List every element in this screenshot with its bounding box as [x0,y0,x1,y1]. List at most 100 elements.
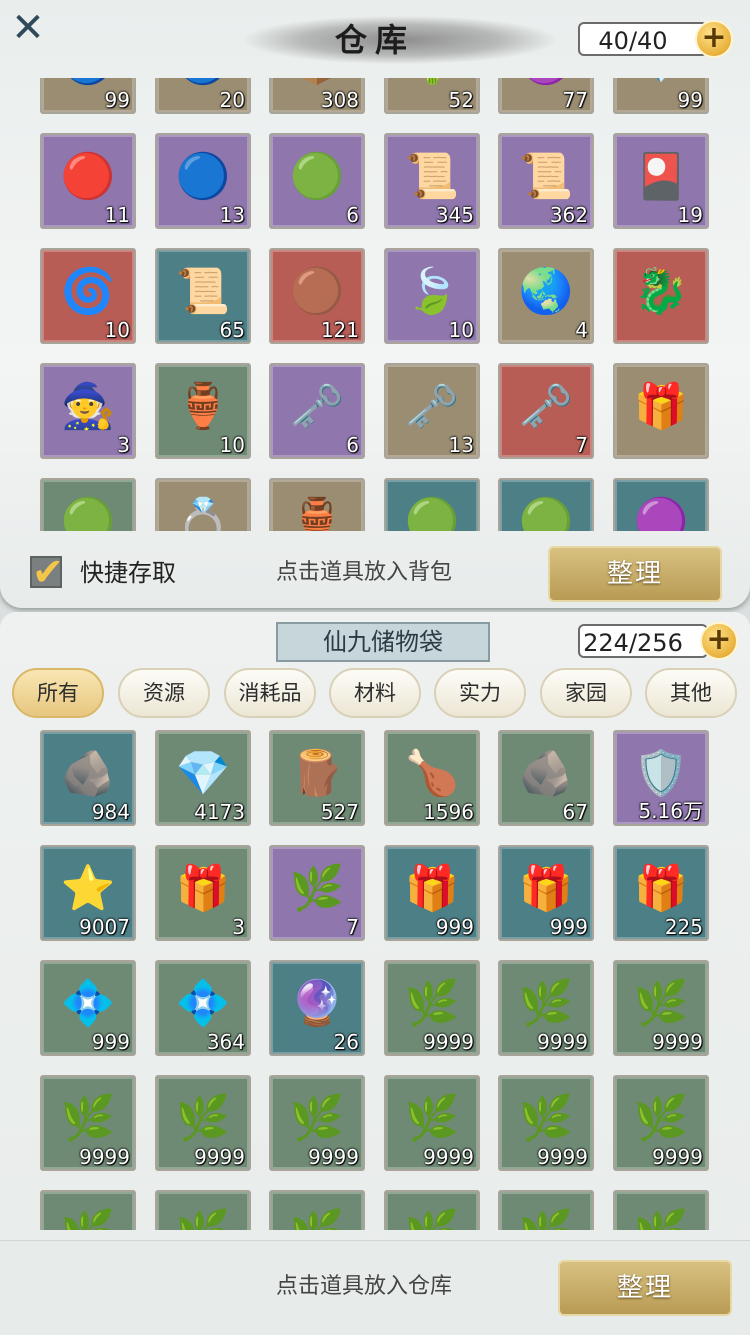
item-slot[interactable]: 🌿 [155,1190,251,1230]
item-count: 999 [549,915,588,939]
item-icon: 🛡️ [633,748,689,800]
item-slot[interactable]: 📜 362 [498,133,594,229]
tab-0[interactable]: 所有 [12,668,104,718]
item-slot[interactable]: 🎁 [613,363,709,459]
tab-2[interactable]: 消耗品 [224,668,316,718]
item-slot[interactable]: 🌀 10 [40,248,136,344]
item-slot[interactable]: 📜 345 [384,133,480,229]
warehouse-grid: 🔵99 🔵20 📦308 🌵52 🟣77 💎99 🔴11🔵13🟢6📜345📜362🎴19 🌀1… [0,78,750,531]
item-slot[interactable]: ⭐ 9007 [40,845,136,941]
item-slot[interactable]: 🟣 [613,478,709,531]
item-slot[interactable]: 🌿 9999 [384,960,480,1056]
item-slot[interactable]: 🐉 [613,248,709,344]
plus-icon[interactable]: + [695,20,733,58]
item-slot[interactable]: 🔮 26 [269,960,365,1056]
item-slot[interactable]: 🔵 13 [155,133,251,229]
item-slot[interactable]: 🎁 225 [613,845,709,941]
item-icon: 🎴 [633,151,689,203]
item-slot[interactable]: 🟢 [498,478,594,531]
item-slot[interactable]: 🗝️ 6 [269,363,365,459]
item-icon: 🟣 [633,496,689,531]
item-slot[interactable]: 🔴 11 [40,133,136,229]
item-slot[interactable]: 🏺 [269,478,365,531]
item-slot[interactable]: 🪨 67 [498,730,594,826]
item-icon: 🌵 [405,78,460,84]
item-slot[interactable]: 🛡️ 5.16万 [613,730,709,826]
item-slot[interactable]: 🔵 99 [40,78,136,114]
item-slot[interactable]: 🟢 6 [269,133,365,229]
item-slot[interactable]: 🟣 77 [498,78,594,114]
item-slot[interactable]: 🧙 3 [40,363,136,459]
item-slot[interactable]: 🪨 984 [40,730,136,826]
item-icon: 🌿 [633,978,689,1030]
item-slot[interactable]: 🌿 9999 [613,1075,709,1171]
item-slot[interactable]: 💠 999 [40,960,136,1056]
tab-4[interactable]: 实力 [434,668,526,718]
item-slot[interactable]: 🌿 [498,1190,594,1230]
item-count: 7 [575,433,588,457]
item-slot[interactable]: 🟤 121 [269,248,365,344]
item-slot[interactable]: 🎁 3 [155,845,251,941]
item-slot[interactable]: 🍃 10 [384,248,480,344]
item-slot[interactable]: 🌵 52 [384,78,480,114]
item-slot[interactable]: 🪵 527 [269,730,365,826]
item-count: 9999 [79,1145,130,1169]
item-slot[interactable]: 🌿 7 [269,845,365,941]
item-slot[interactable]: 🗝️ 7 [498,363,594,459]
item-icon: 🏺 [289,496,345,531]
item-icon: 🎁 [404,863,460,915]
item-count: 3 [232,915,245,939]
item-icon: 🌿 [61,1212,116,1230]
item-count: 9999 [423,1030,474,1054]
tab-3[interactable]: 材料 [329,668,421,718]
item-icon: 🌿 [405,1212,460,1230]
item-slot[interactable]: 🌿 [269,1190,365,1230]
item-count: 10 [219,433,245,457]
item-icon: 🌏 [518,266,574,318]
tab-5[interactable]: 家园 [540,668,632,718]
item-slot[interactable]: 🌿 [613,1190,709,1230]
item-slot[interactable]: 💎 4173 [155,730,251,826]
item-slot[interactable]: 🌿 9999 [40,1075,136,1171]
quick-access-label: 快捷存取 [80,559,176,587]
tab-6[interactable]: 其他 [645,668,737,718]
plus-icon[interactable]: + [700,622,738,660]
item-icon: 🌿 [518,1093,574,1145]
item-slot[interactable]: 🌿 9999 [613,960,709,1056]
item-icon: 🌿 [60,1093,116,1145]
item-slot[interactable]: 🌿 9999 [498,1075,594,1171]
tab-1[interactable]: 资源 [118,668,210,718]
item-slot[interactable]: 🗝️ 13 [384,363,480,459]
item-slot[interactable]: 💠 364 [155,960,251,1056]
item-slot[interactable]: 🏺 10 [155,363,251,459]
item-slot[interactable]: 🌏 4 [498,248,594,344]
bag-tidy-button[interactable]: 整理 [558,1260,732,1316]
item-icon: 📜 [175,266,231,318]
item-slot[interactable]: 🔵 20 [155,78,251,114]
item-count: 9999 [652,1030,703,1054]
item-slot[interactable]: 📜 65 [155,248,251,344]
item-slot[interactable]: 🎁 999 [384,845,480,941]
item-count: 99 [677,88,703,112]
item-icon: 🔮 [289,978,345,1030]
item-slot[interactable]: 🎁 999 [498,845,594,941]
item-slot[interactable]: 🟢 [40,478,136,531]
item-slot[interactable]: 💎 99 [613,78,709,114]
item-slot[interactable]: 🌿 9999 [384,1075,480,1171]
item-slot[interactable]: 🌿 [384,1190,480,1230]
quick-access-checkbox[interactable]: ✔ [30,550,64,594]
item-slot[interactable]: 🌿 9999 [269,1075,365,1171]
close-icon[interactable]: ✕ [8,8,48,48]
item-icon: 🟤 [289,266,345,318]
item-icon: 🎁 [518,863,574,915]
item-slot[interactable]: 🍗 1596 [384,730,480,826]
item-icon: 🧙 [60,381,116,433]
warehouse-tidy-button[interactable]: 整理 [548,546,722,602]
item-slot[interactable]: 🌿 9999 [498,960,594,1056]
item-slot[interactable]: 🌿 [40,1190,136,1230]
item-slot[interactable]: 💍 [155,478,251,531]
item-slot[interactable]: 🟢 [384,478,480,531]
item-slot[interactable]: 🎴 19 [613,133,709,229]
item-slot[interactable]: 🌿 9999 [155,1075,251,1171]
item-slot[interactable]: 📦 308 [269,78,365,114]
